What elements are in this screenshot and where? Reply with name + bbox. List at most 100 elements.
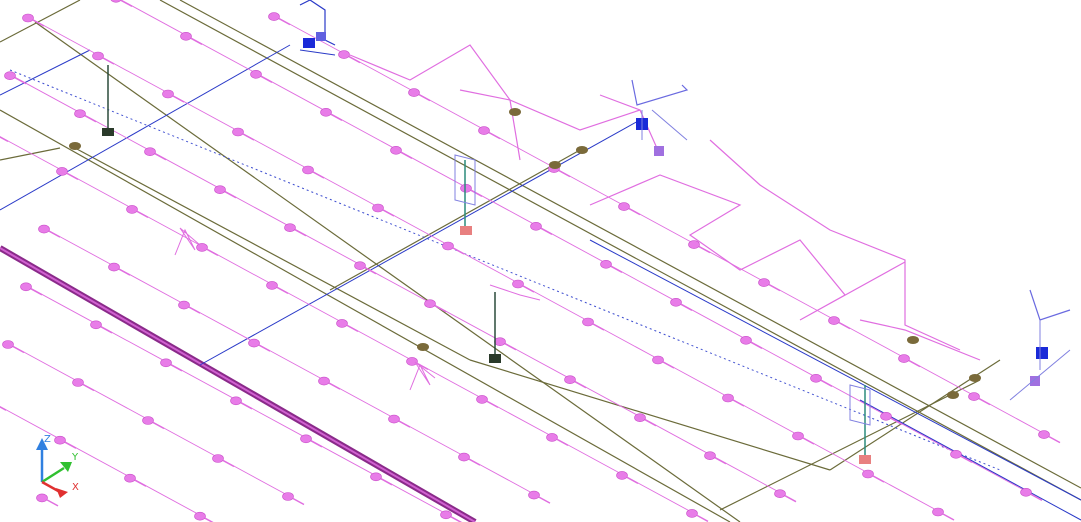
sprinkler-head[interactable] bbox=[318, 376, 330, 386]
sprinkler-head[interactable] bbox=[688, 240, 700, 249]
sprinkler-head[interactable] bbox=[512, 279, 524, 289]
sprinkler-arm bbox=[46, 499, 59, 507]
sprinkler-arm bbox=[204, 517, 214, 522]
sprinkler-head[interactable] bbox=[478, 126, 490, 135]
sprinkler-head[interactable] bbox=[652, 355, 664, 365]
sprinkler-head[interactable] bbox=[460, 184, 472, 193]
sprinkler-arm bbox=[802, 437, 815, 445]
sprinkler-head[interactable] bbox=[704, 451, 716, 461]
sprinkler-arm bbox=[206, 248, 219, 257]
sprinkler-head[interactable] bbox=[634, 413, 646, 423]
isometric-sprinkler-drawing[interactable] bbox=[0, 0, 1081, 522]
sprinkler-head[interactable] bbox=[56, 167, 68, 176]
model-viewport[interactable]: Z Y X bbox=[0, 0, 1081, 522]
sprinkler-head[interactable] bbox=[90, 320, 102, 330]
sprinkler-head[interactable] bbox=[932, 507, 944, 517]
sprinkler-head[interactable] bbox=[20, 282, 32, 292]
sprinkler-head[interactable] bbox=[758, 278, 770, 287]
sprinkler-head[interactable] bbox=[284, 223, 296, 232]
sprinkler-head[interactable] bbox=[530, 222, 542, 231]
sprinkler-head[interactable] bbox=[230, 396, 242, 406]
sprinkler-head[interactable] bbox=[338, 50, 350, 59]
sprinkler-arm bbox=[696, 514, 709, 522]
sprinkler-head[interactable] bbox=[686, 509, 698, 518]
sprinkler-head[interactable] bbox=[196, 243, 208, 252]
sprinkler-head[interactable] bbox=[214, 185, 226, 194]
sprinkler-head[interactable] bbox=[476, 395, 488, 404]
sprinkler-head[interactable] bbox=[38, 224, 50, 234]
sprinkler-heads bbox=[0, 0, 1061, 522]
sprinkler-head[interactable] bbox=[110, 0, 122, 3]
sprinkler-head[interactable] bbox=[828, 316, 840, 325]
sprinkler-head[interactable] bbox=[440, 510, 452, 520]
sprinkler-head[interactable] bbox=[162, 89, 174, 99]
sprinkler-head[interactable] bbox=[582, 317, 594, 327]
sprinkler-head[interactable] bbox=[142, 416, 154, 425]
sprinkler-head[interactable] bbox=[336, 319, 348, 328]
sprinkler-head[interactable] bbox=[320, 108, 332, 117]
sprinkler-head[interactable] bbox=[442, 241, 454, 251]
sprinkler-head[interactable] bbox=[124, 473, 136, 483]
sprinkler-head[interactable] bbox=[268, 12, 280, 21]
sprinkler-head[interactable] bbox=[388, 414, 400, 424]
sprinkler-head[interactable] bbox=[722, 393, 734, 403]
sprinkler-head[interactable] bbox=[212, 454, 224, 463]
sprinkler-head[interactable] bbox=[300, 434, 312, 444]
sprinkler-head[interactable] bbox=[546, 433, 558, 442]
sprinkler-arm bbox=[222, 459, 235, 468]
sprinkler-head[interactable] bbox=[898, 354, 910, 363]
sprinkler-arm bbox=[102, 57, 115, 65]
sprinkler-head[interactable] bbox=[160, 358, 172, 368]
sprinkler-head[interactable] bbox=[108, 262, 120, 272]
sprinkler-arm bbox=[768, 283, 781, 292]
sprinkler-head[interactable] bbox=[370, 472, 382, 482]
sprinkler-head[interactable] bbox=[194, 511, 206, 521]
sprinkler-head[interactable] bbox=[862, 469, 874, 479]
sprinkler-head[interactable] bbox=[178, 300, 190, 310]
sprinkler-head[interactable] bbox=[266, 281, 278, 290]
sprinkler-head[interactable] bbox=[180, 31, 192, 41]
sprinkler-head[interactable] bbox=[424, 299, 436, 309]
sprinkler-head[interactable] bbox=[250, 70, 262, 79]
sprinkler-head[interactable] bbox=[372, 203, 384, 213]
sprinkler-head[interactable] bbox=[4, 71, 16, 80]
sprinkler-head[interactable] bbox=[282, 492, 294, 501]
sprinkler-head[interactable] bbox=[22, 13, 34, 23]
sprinkler-head[interactable] bbox=[774, 489, 786, 499]
olive-pipes bbox=[0, 0, 1081, 522]
sprinkler-arm bbox=[276, 286, 289, 295]
blue-pipes bbox=[0, 44, 1081, 521]
sprinkler-arm bbox=[364, 267, 377, 275]
sprinkler-head[interactable] bbox=[616, 471, 628, 480]
sprinkler-arm bbox=[398, 420, 411, 428]
sprinkler-head[interactable] bbox=[458, 452, 470, 462]
sprinkler-head[interactable] bbox=[126, 205, 138, 214]
sprinkler-head[interactable] bbox=[408, 88, 420, 97]
sprinkler-head[interactable] bbox=[810, 373, 822, 383]
sprinkler-head[interactable] bbox=[92, 51, 104, 61]
sprinkler-head[interactable] bbox=[600, 259, 612, 269]
sprinkler-head[interactable] bbox=[248, 338, 260, 348]
sprinkler-head[interactable] bbox=[670, 297, 682, 307]
sprinkler-head[interactable] bbox=[950, 449, 962, 459]
sprinkler-head[interactable] bbox=[968, 392, 980, 401]
sprinkler-arm bbox=[680, 303, 693, 311]
sprinkler-head[interactable] bbox=[302, 165, 314, 175]
sprinkler-head[interactable] bbox=[144, 147, 156, 156]
sprinkler-head[interactable] bbox=[564, 375, 576, 385]
sprinkler-head[interactable] bbox=[792, 431, 804, 441]
sprinkler-head[interactable] bbox=[354, 261, 366, 271]
sprinkler-head[interactable] bbox=[618, 202, 630, 211]
sprinkler-head[interactable] bbox=[880, 411, 892, 421]
sprinkler-head[interactable] bbox=[494, 337, 506, 347]
sprinkler-head[interactable] bbox=[1038, 430, 1050, 439]
sprinkler-head[interactable] bbox=[740, 335, 752, 345]
sprinkler-head[interactable] bbox=[72, 378, 84, 387]
sprinkler-head[interactable] bbox=[2, 340, 14, 349]
sprinkler-head[interactable] bbox=[528, 490, 540, 500]
sprinkler-head[interactable] bbox=[232, 127, 244, 137]
sprinkler-head[interactable] bbox=[74, 109, 86, 118]
sprinkler-head[interactable] bbox=[1020, 487, 1032, 497]
sprinkler-arm bbox=[714, 457, 727, 465]
sprinkler-head[interactable] bbox=[390, 146, 402, 155]
